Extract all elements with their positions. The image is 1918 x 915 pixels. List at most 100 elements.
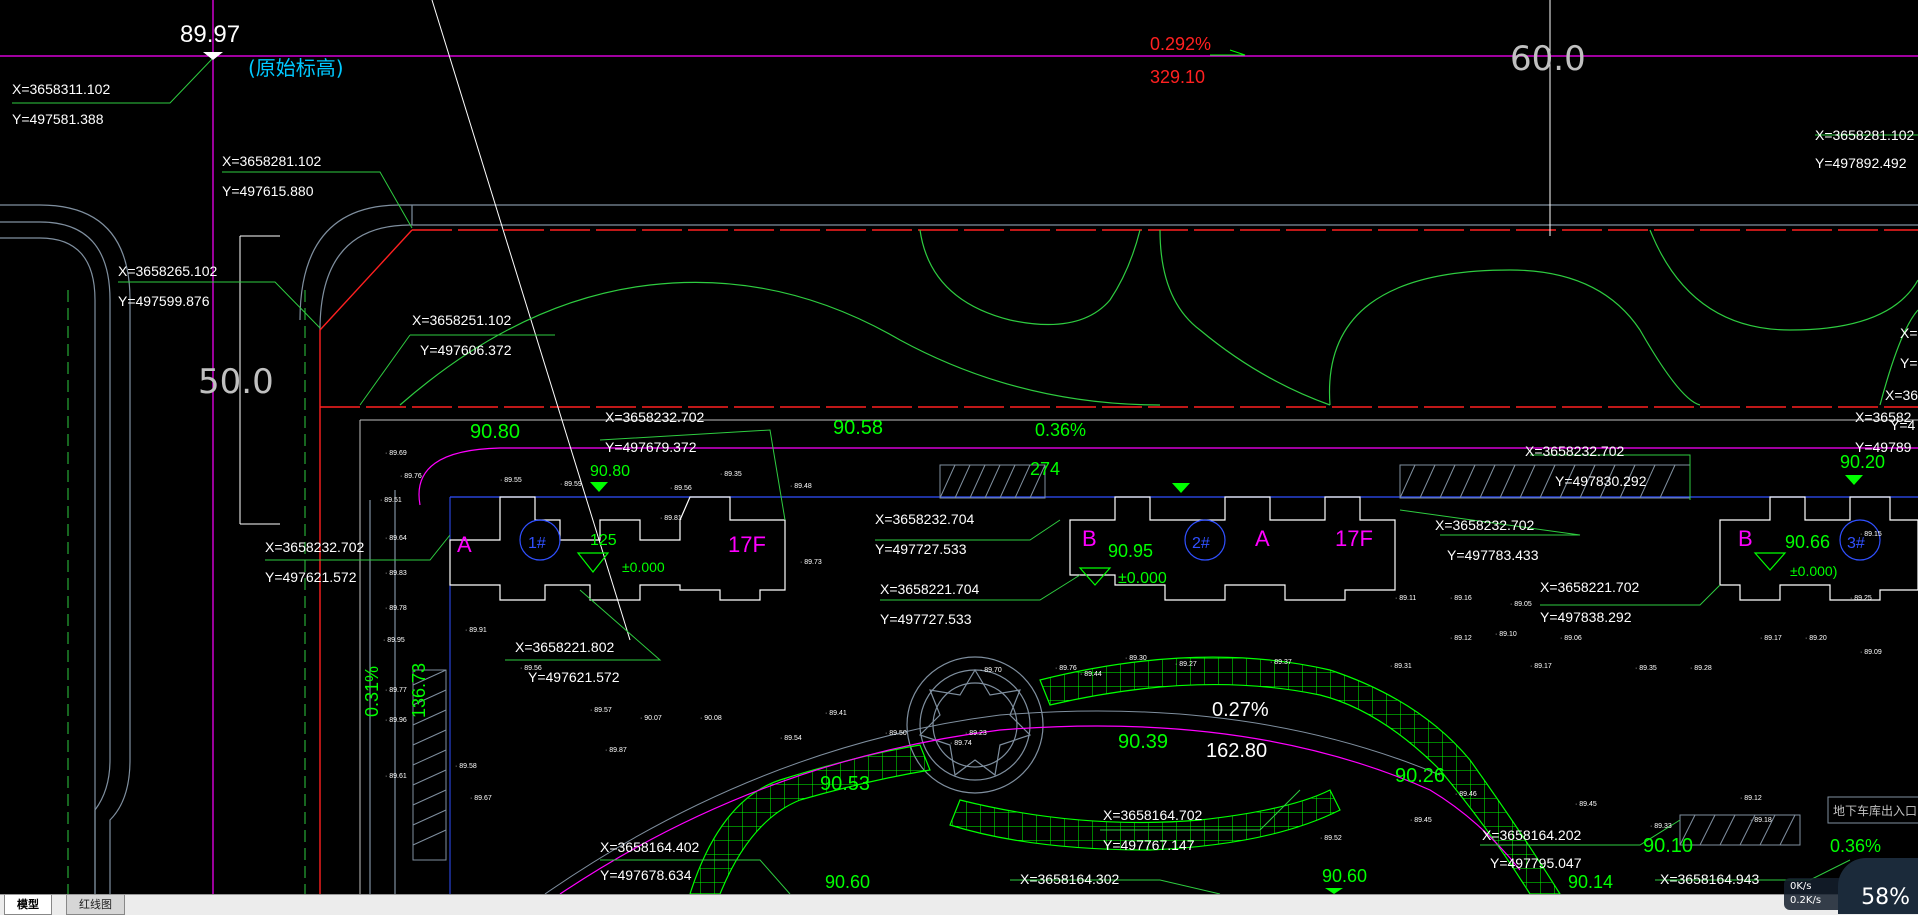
spot-elevation: · 89.20 [1805, 635, 1827, 642]
coord-label: Y=497727.533 [875, 541, 967, 557]
slope-label: 0.31% [362, 666, 382, 717]
coord-label: X=3658221.704 [880, 581, 979, 597]
spot-elevation: · 89.45 [1410, 817, 1432, 824]
spot-elevation: · 89.12 [1450, 635, 1472, 642]
spot-elevation: · 89.09 [1860, 649, 1882, 656]
spot-elevation: · 89.18 [1750, 817, 1772, 824]
elevation-label: 90.60 [825, 872, 870, 892]
spot-elevation: · 89.17 [1530, 663, 1552, 670]
coord-label: X=3658164.943 [1660, 871, 1759, 887]
building-type-label: B [1738, 526, 1753, 551]
spot-elevation: · 89.06 [1560, 635, 1582, 642]
spot-elevation: · 89.70 [980, 667, 1002, 674]
spot-elevation: · 89.51 [380, 497, 402, 504]
coord-label: X=36 [1885, 387, 1918, 403]
elevation-label: 90.80 [590, 463, 630, 480]
coord-label: X=3658164.702 [1103, 807, 1202, 823]
spot-elevation: · 89.44 [1080, 671, 1102, 678]
spot-elevation: · 89.56 [670, 485, 692, 492]
slope-label: 0.36% [1830, 836, 1881, 856]
landscape-curves [399, 229, 1918, 406]
coord-label: X=3658221.802 [515, 639, 614, 655]
tab-model[interactable]: 模型 [4, 895, 52, 915]
spot-elevation: · 89.12 [1740, 795, 1762, 802]
spot-elevation: · 89.35 [1635, 665, 1657, 672]
elevation-label: 90.53 [820, 773, 870, 795]
elevation-label: 90.80 [470, 421, 520, 443]
cad-drawing-canvas[interactable]: X=3658311.102 Y=497581.388 X=3658281.102… [0, 0, 1918, 894]
coord-label: X=3658265.102 [118, 263, 217, 279]
elevation-label: 90.10 [1643, 835, 1693, 857]
building-floors-label: 17F [1335, 526, 1373, 551]
tab-redline[interactable]: 红线图 [66, 895, 125, 915]
length-label: 162.80 [1206, 740, 1267, 762]
spot-elevation: · 89.50 [885, 730, 907, 737]
elevation-label: 90.20 [1840, 452, 1885, 472]
spot-elevation: · 89.25 [1850, 595, 1872, 602]
elevation-label: 90.26 [1395, 765, 1445, 787]
coord-label: X=36582 [1855, 409, 1912, 425]
dimension-50-label: 50.0 [198, 362, 274, 402]
spot-elevation: · 89.61 [385, 773, 407, 780]
spot-elevation: · 89.05 [1510, 601, 1532, 608]
spot-elevation: · 89.91 [465, 627, 487, 634]
coord-label: Y=497727.533 [880, 611, 972, 627]
spot-elevation: · 89.81 [660, 515, 682, 522]
elevation-label: 90.60 [1322, 866, 1367, 886]
spot-elevation: · 89.15 [1860, 531, 1882, 538]
zoom-badge[interactable]: 58% [1838, 858, 1918, 914]
coord-label: X=3658164.402 [600, 839, 699, 855]
building-number-label: 2# [1192, 535, 1210, 552]
spot-elevation: · 89.58 [455, 763, 477, 770]
value-label: 125 [590, 532, 617, 549]
coord-label: X=3658221.702 [1540, 579, 1639, 595]
slope-label: 0.292% [1150, 34, 1211, 54]
building-type-label: A [1255, 526, 1270, 551]
spot-elevation: · 89.31 [1390, 663, 1412, 670]
coord-label: Y= [1900, 355, 1918, 371]
coord-label: X=3658311.102 [12, 81, 110, 97]
spot-elevation: · 89.96 [385, 717, 407, 724]
spot-elevation: · 89.55 [500, 477, 522, 484]
elevation-label: 90.39 [1118, 731, 1168, 753]
spot-elevation: · 89.33 [1650, 823, 1672, 830]
building-outlines [449, 496, 1918, 601]
circular-plaza [906, 656, 1044, 794]
spot-elevation: · 89.54 [780, 735, 802, 742]
coord-label: Y=497679.372 [605, 439, 697, 455]
coord-label: X=3658232.704 [875, 511, 974, 527]
coord-label: Y=497795.047 [1490, 855, 1582, 871]
road-left-center [0, 237, 96, 894]
spot-elevation: · 89.35 [720, 471, 742, 478]
layout-tabs: 模型 红线图 [0, 894, 1918, 915]
elevation-label: 90.95 [1108, 541, 1153, 561]
slope-length-label: 329.10 [1150, 67, 1205, 87]
coord-label: X=3658232.702 [1525, 443, 1624, 459]
spot-elevation: · 89.73 [800, 559, 822, 566]
road-left-inner [0, 221, 111, 894]
original-elevation-label: (原始标高) [248, 56, 344, 80]
coord-label: Y=497892.492 [1815, 155, 1907, 171]
elevation-label: 90.66 [1785, 532, 1830, 552]
spot-elevation: · 89.77 [385, 687, 407, 694]
coord-label: Y=497581.388 [12, 111, 104, 127]
coord-label: X= [1900, 325, 1918, 341]
spot-elevation: · 89.16 [1450, 595, 1472, 602]
spot-elevation: · 89.59 [560, 481, 582, 488]
spot-elevation: · 89.76 [1055, 665, 1077, 672]
spot-elevation: · 89.30 [1125, 655, 1147, 662]
reference-lines [0, 0, 1918, 894]
road-top-inner [319, 224, 1918, 331]
coord-label: X=3658251.102 [412, 312, 511, 328]
elevation-zero-label: ±0.000 [1118, 570, 1167, 587]
coord-label: Y=497615.880 [222, 183, 314, 199]
spot-elevation: · 89.11 [1395, 595, 1416, 602]
spot-elevation: · 89.87 [605, 747, 627, 754]
building-type-label: A [457, 532, 472, 557]
building-floors-label: 17F [728, 532, 766, 557]
spot-elevation: · 89.83 [385, 570, 407, 577]
coord-label: Y=497606.372 [420, 342, 512, 358]
elevation-label: 90.58 [833, 417, 883, 439]
spot-elevation: · 89.10 [1495, 631, 1517, 638]
spot-elevation: · 89.23 [965, 730, 987, 737]
